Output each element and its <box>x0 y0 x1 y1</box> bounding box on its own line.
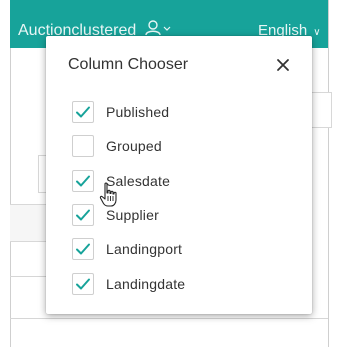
column-checkbox[interactable] <box>72 204 94 226</box>
column-checkbox[interactable] <box>72 273 94 295</box>
column-option-label: Landingdate <box>106 276 186 292</box>
checkmark-icon <box>76 106 90 118</box>
checkmark-icon <box>76 175 90 187</box>
checkmark-icon <box>76 278 90 290</box>
column-checkbox[interactable] <box>72 101 94 123</box>
column-option[interactable]: Grouped <box>72 135 292 159</box>
column-option-label: Grouped <box>106 138 162 154</box>
checkmark-icon <box>76 209 90 221</box>
column-checkbox[interactable] <box>72 170 94 192</box>
close-button[interactable] <box>272 54 294 76</box>
column-option[interactable]: Landingdate <box>72 273 292 297</box>
hand-pointer-icon <box>98 182 120 213</box>
close-icon <box>277 59 289 71</box>
divider <box>10 276 48 277</box>
column-chooser-dialog: Column Chooser Published Grouped Salesdate… <box>46 36 312 314</box>
chevron-down-icon: ∨ <box>313 27 321 38</box>
column-option[interactable]: Landingport <box>72 238 292 262</box>
column-option-label: Landingport <box>106 241 183 257</box>
column-checkbox[interactable] <box>72 135 94 157</box>
column-checkbox[interactable] <box>72 238 94 260</box>
background-header-cell <box>10 204 51 242</box>
checkmark-icon <box>76 243 90 255</box>
column-option[interactable]: Published <box>72 101 292 125</box>
divider <box>10 318 328 319</box>
dialog-title: Column Chooser <box>68 56 189 73</box>
column-option-label: Published <box>106 104 170 120</box>
